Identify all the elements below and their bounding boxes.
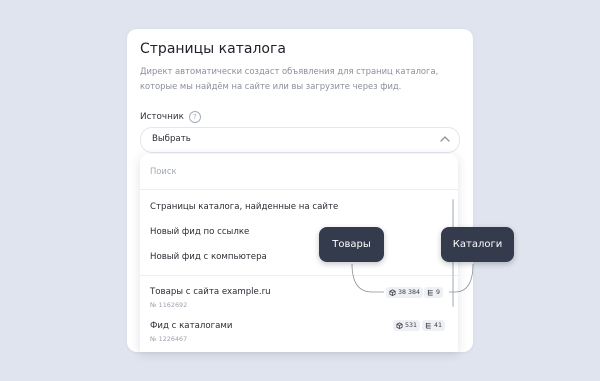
- tooltip-connector-lines: [351, 263, 474, 293]
- products-tooltip: Товары: [319, 227, 384, 262]
- catalogs-tooltip: Каталоги: [441, 227, 514, 262]
